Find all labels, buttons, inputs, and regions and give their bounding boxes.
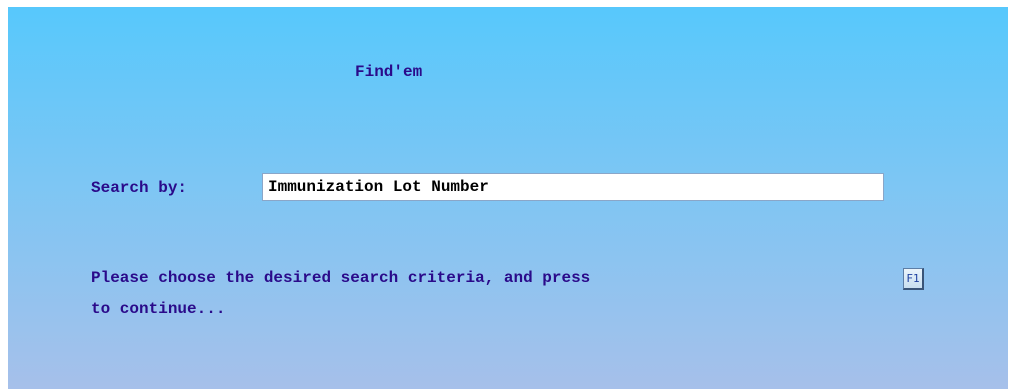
f1-key-button[interactable]: F1 bbox=[903, 268, 924, 290]
search-criteria-field[interactable]: Immunization Lot Number bbox=[262, 173, 884, 201]
search-by-label: Search by: bbox=[91, 179, 188, 197]
instruction-text-line2: to continue... bbox=[91, 300, 226, 318]
findem-panel: Find'em Search by: Immunization Lot Numb… bbox=[8, 7, 1008, 389]
page-title: Find'em bbox=[355, 63, 423, 81]
instruction-text-line1: Please choose the desired search criteri… bbox=[91, 269, 591, 287]
